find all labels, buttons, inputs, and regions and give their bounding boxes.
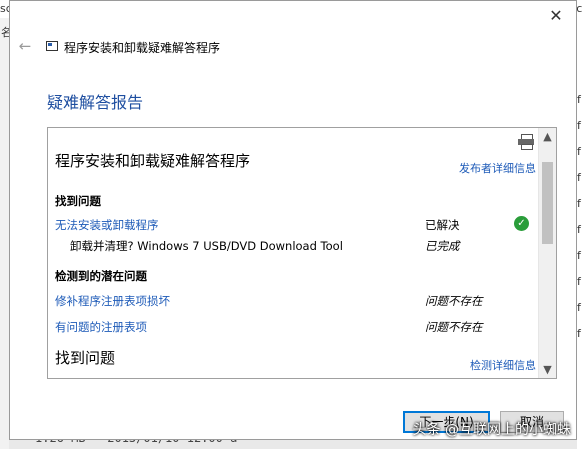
check-icon: ✓	[514, 216, 529, 231]
background-text: f	[577, 93, 581, 106]
issue-link-install-uninstall[interactable]: 无法安装或卸载程序	[55, 217, 159, 233]
troubleshooter-app-icon	[46, 41, 58, 51]
close-button[interactable]: ✕	[542, 5, 570, 27]
background-text: f	[577, 327, 581, 340]
background-window-right: f f f f f f f f f f	[576, 18, 585, 449]
potential-issue-status-2: 问题不存在	[425, 320, 483, 334]
dialog-title: 程序安装和卸载疑难解答程序	[64, 41, 221, 55]
subitem-text: 卸载并清理? Windows 7 USB/DVD Download Tool	[70, 239, 343, 253]
section-found-problems-2: 找到问题	[55, 349, 116, 367]
troubleshooter-dialog: ✕ ← 程序安装和卸载疑难解答程序 疑难解答报告 程序安装和卸载疑难解答程序 发…	[9, 0, 577, 440]
report-title: 程序安装和卸载疑难解答程序	[55, 152, 251, 170]
subitem-status: 已完成	[425, 239, 460, 253]
background-text: f	[577, 301, 581, 314]
watermark-text: 头条 @互联网上的小蜘蛛	[412, 422, 571, 438]
section-potential-problems: 检测到的潜在问题	[55, 269, 147, 283]
potential-issue-status-1: 问题不存在	[425, 294, 483, 308]
potential-issue-link-2[interactable]: 有问题的注册表项	[55, 319, 147, 335]
scroll-down-icon[interactable]: ▼	[539, 361, 556, 378]
publisher-details-link[interactable]: 发布者详细信息	[459, 160, 536, 176]
issue-status: 已解决	[425, 218, 460, 232]
background-text: f	[577, 197, 581, 210]
page-heading: 疑难解答报告	[47, 93, 144, 112]
background-text: f	[577, 249, 581, 262]
report-panel: 程序安装和卸载疑难解答程序 发布者详细信息 找到问题 无法安装或卸载程序 已解决…	[47, 127, 557, 379]
scrollbar-thumb[interactable]	[542, 162, 553, 244]
potential-issue-link-1[interactable]: 修补程序注册表项损坏	[55, 293, 170, 309]
print-icon[interactable]	[518, 134, 534, 150]
report-content: 程序安装和卸载疑难解答程序 发布者详细信息 找到问题 无法安装或卸载程序 已解决…	[48, 128, 540, 378]
background-text: f	[577, 171, 581, 184]
back-button[interactable]: ←	[16, 37, 34, 55]
background-text: f	[577, 145, 581, 158]
section-found-problems: 找到问题	[55, 194, 101, 208]
report-scrollbar[interactable]: ▲ ▼	[538, 128, 556, 378]
close-icon: ✕	[549, 6, 563, 25]
background-text: f	[577, 223, 581, 236]
background-text: f	[577, 119, 581, 132]
detection-details-link[interactable]: 检测详细信息	[470, 357, 536, 373]
scroll-up-icon[interactable]: ▲	[539, 128, 556, 145]
background-text: f	[577, 275, 581, 288]
back-arrow-icon: ←	[18, 37, 32, 55]
